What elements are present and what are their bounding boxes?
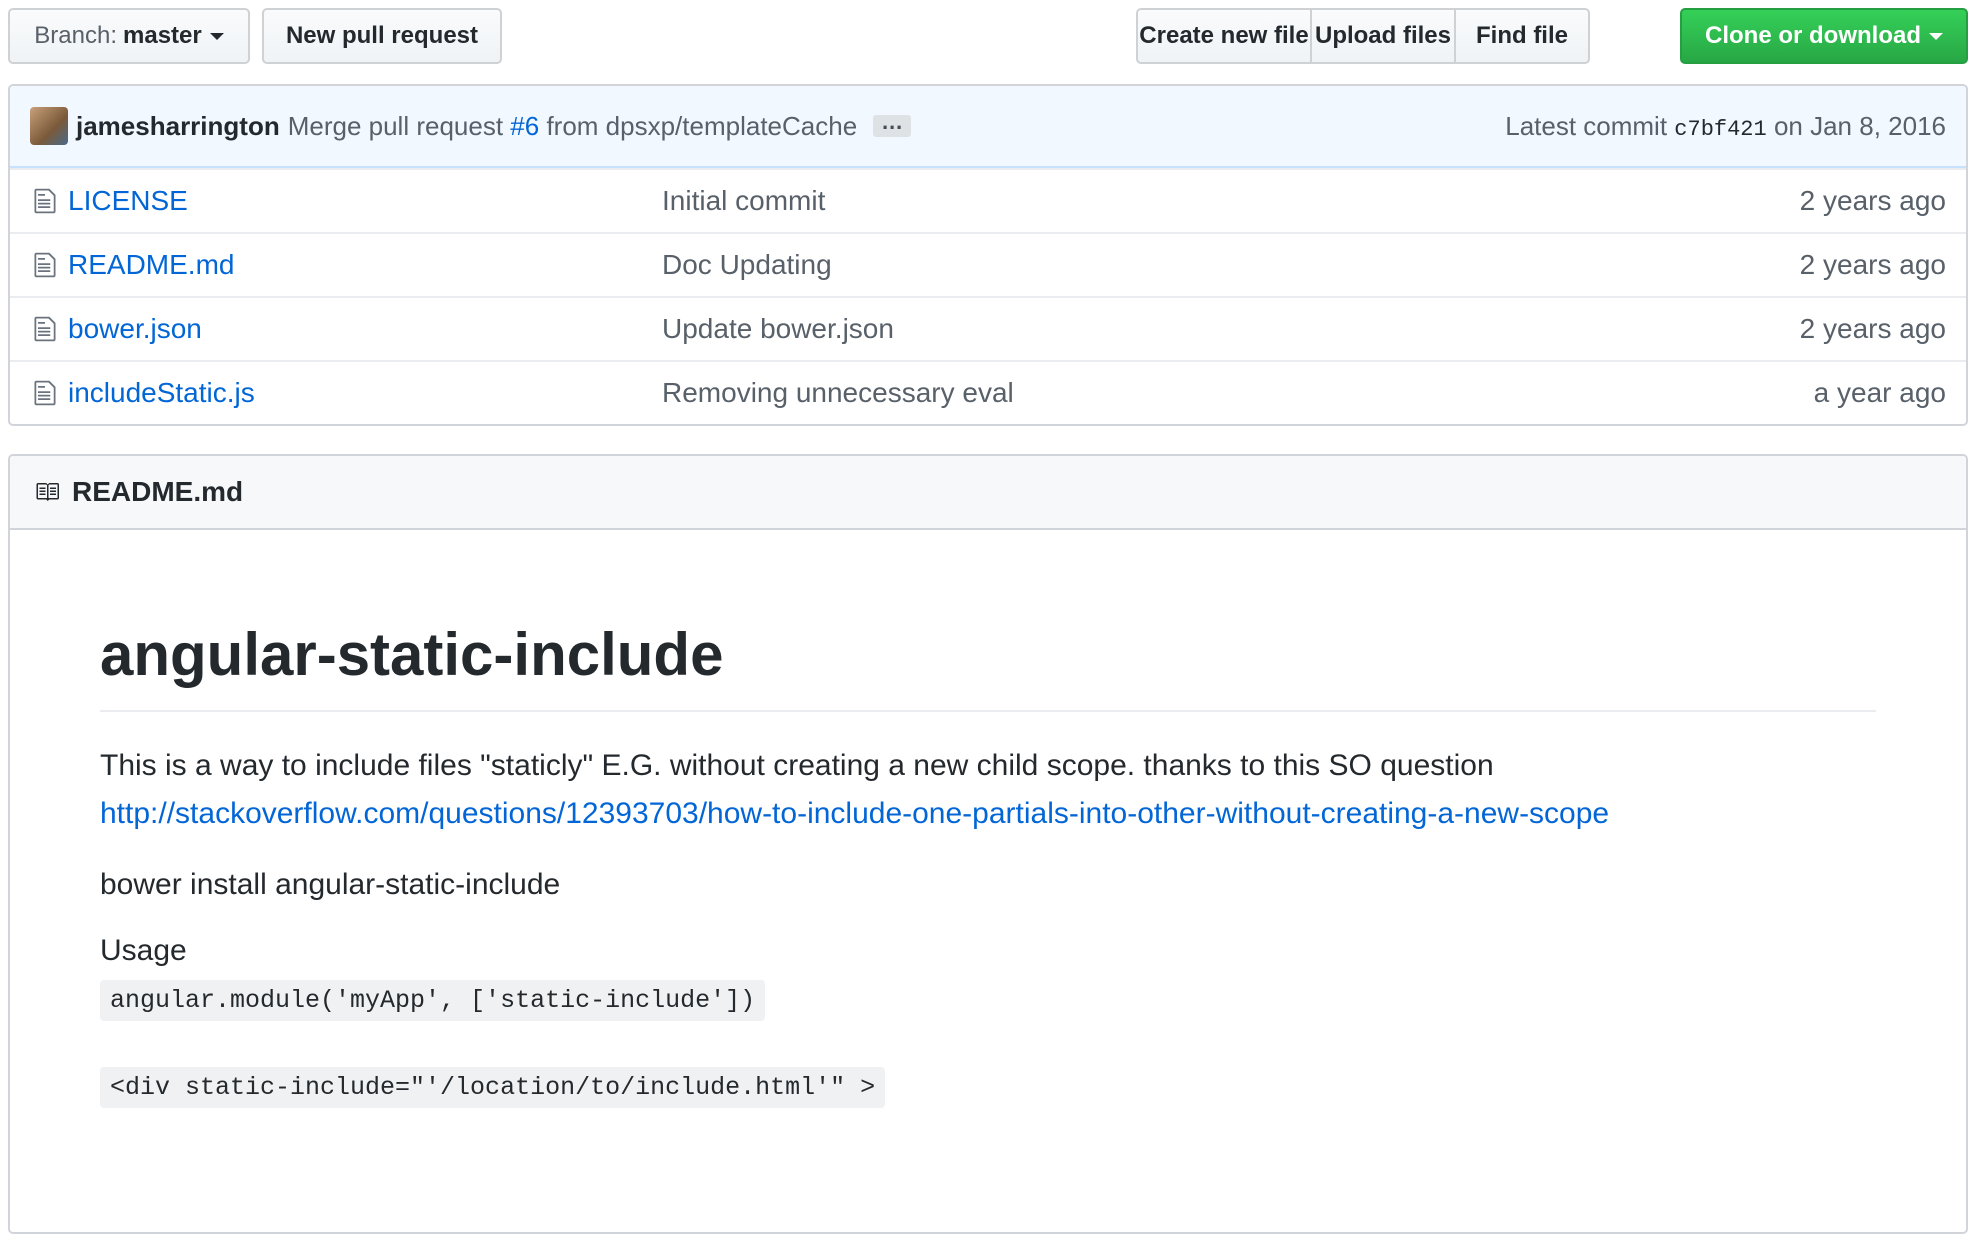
clone-or-download-button[interactable]: Clone or download	[1680, 8, 1968, 64]
file-commit-message[interactable]: Removing unnecessary eval	[662, 377, 1814, 409]
code-module-snippet: angular.module('myApp', ['static-include…	[100, 980, 766, 1021]
readme-header: README.md	[10, 456, 1966, 530]
readme-intro-text: This is a way to include files "staticly…	[100, 749, 1494, 782]
readme-intro-paragraph: This is a way to include files "staticly…	[100, 742, 1876, 838]
file-row: LICENSE Initial commit 2 years ago	[10, 168, 1966, 232]
file-row: README.md Doc Updating 2 years ago	[10, 232, 1966, 296]
branch-prefix-label: Branch:	[34, 22, 117, 49]
file-list: jamesharrington Merge pull request #6 fr…	[8, 84, 1968, 426]
file-name-link[interactable]: LICENSE	[68, 185, 662, 217]
stackoverflow-link[interactable]: http://stackoverflow.com/questions/12393…	[100, 797, 1609, 830]
file-commit-message[interactable]: Initial commit	[662, 185, 1800, 217]
install-instruction: bower install angular-static-include	[100, 868, 561, 901]
file-text-icon	[34, 380, 56, 406]
latest-commit-info: Latest commit c7bf421 on Jan 8, 2016	[1505, 111, 1946, 142]
branch-select-button[interactable]: Branch: master	[8, 8, 250, 64]
file-name-link[interactable]: README.md	[68, 249, 662, 281]
branch-name: master	[123, 22, 202, 49]
new-pull-request-button[interactable]: New pull request	[262, 8, 502, 64]
commit-date: on Jan 8, 2016	[1773, 110, 1946, 141]
latest-commit-label: Latest commit	[1505, 110, 1668, 141]
pull-request-link[interactable]: #6	[510, 111, 539, 141]
expand-commit-ellipsis-button[interactable]: …	[873, 111, 912, 137]
file-age: a year ago	[1813, 377, 1946, 408]
code-directive-snippet: <div static-include="'/location/to/inclu…	[100, 1067, 886, 1108]
commit-author[interactable]: jamesharrington	[76, 111, 280, 142]
file-text-icon	[34, 316, 56, 342]
file-name-link[interactable]: bower.json	[68, 313, 662, 345]
file-age: 2 years ago	[1799, 249, 1946, 280]
file-age: 2 years ago	[1799, 313, 1946, 344]
find-file-button[interactable]: Find file	[1454, 8, 1590, 64]
file-actions-group: Create new file Upload files Find file	[1136, 8, 1590, 64]
caret-down-icon	[209, 32, 224, 40]
create-new-file-button[interactable]: Create new file	[1136, 8, 1312, 64]
caret-down-icon	[1929, 32, 1943, 40]
latest-commit-bar: jamesharrington Merge pull request #6 fr…	[10, 86, 1966, 168]
commit-message: Merge pull request #6 from dpsxp/templat…	[288, 111, 857, 142]
file-text-icon	[34, 188, 56, 214]
readme-title: angular-static-include	[100, 530, 1876, 712]
file-commit-message[interactable]: Update bower.json	[662, 313, 1800, 345]
file-name-link[interactable]: includeStatic.js	[68, 377, 662, 409]
readme-content: angular-static-include This is a way to …	[10, 530, 1966, 1108]
readme-filename: README.md	[72, 476, 244, 507]
clone-label: Clone or download	[1705, 22, 1921, 49]
usage-heading: Usage	[100, 934, 187, 967]
commit-message-prefix[interactable]: Merge pull request	[288, 111, 503, 141]
file-row: bower.json Update bower.json 2 years ago	[10, 296, 1966, 360]
file-row: includeStatic.js Removing unnecessary ev…	[10, 360, 1966, 424]
commit-sha-link[interactable]: c7bf421	[1674, 117, 1766, 142]
commit-message-suffix[interactable]: from dpsxp/templateCache	[546, 111, 857, 141]
file-age: 2 years ago	[1799, 185, 1946, 216]
readme-panel: README.md angular-static-include This is…	[8, 454, 1968, 1234]
file-commit-message[interactable]: Doc Updating	[662, 249, 1800, 281]
avatar[interactable]	[30, 107, 68, 145]
upload-files-button[interactable]: Upload files	[1310, 8, 1456, 64]
book-icon	[36, 483, 59, 501]
file-text-icon	[34, 252, 56, 278]
